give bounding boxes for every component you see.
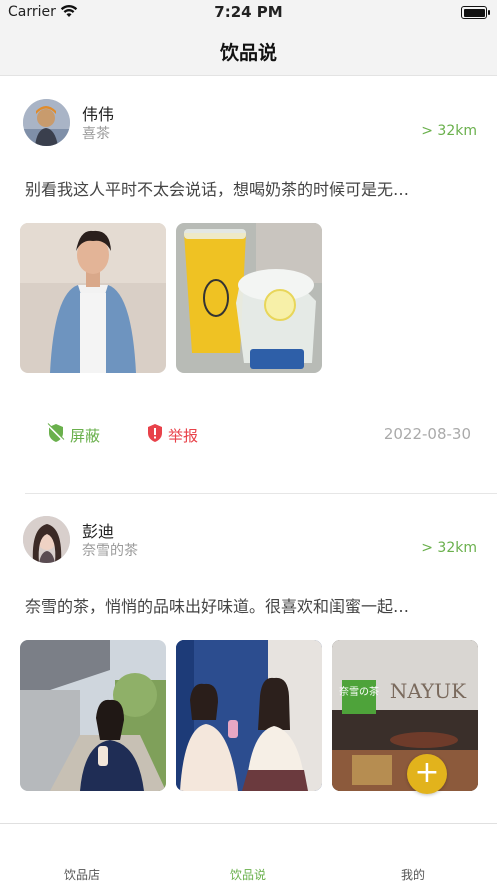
plus-icon: + — [414, 755, 440, 790]
sign-brand-cn: 奈雪の茶 — [339, 685, 379, 698]
post-photo[interactable] — [176, 223, 322, 373]
block-label: 屏蔽 — [70, 426, 101, 445]
post-photo[interactable]: 奈雪の茶 NAYUK — [332, 640, 478, 791]
battery-icon — [461, 6, 490, 19]
tab-me[interactable]: 我的 — [373, 866, 453, 883]
tab-shops[interactable]: 饮品店 — [42, 866, 122, 883]
report-button[interactable]: 举报 — [146, 423, 198, 447]
shop-name: 奈雪的茶 — [82, 543, 138, 559]
post-date: 2022-08-30 — [383, 425, 471, 443]
post-content[interactable]: 奈雪的茶，悄悄的品味出好味道。很喜欢和闺蜜一起… — [25, 593, 475, 617]
username: 伟伟 — [82, 105, 115, 124]
clock: 7:24 PM — [214, 3, 283, 21]
shield-slash-icon — [46, 423, 66, 447]
avatar[interactable] — [23, 516, 70, 563]
post-feed[interactable]: 伟伟 喜茶 > 32km 别看我这人平时不太会说话，想喝奶茶的时候可是无… 屏蔽… — [0, 77, 497, 822]
distance-label: > 32km — [421, 123, 477, 139]
tab-drink-talk[interactable]: 饮品说 — [208, 866, 288, 883]
post-photo[interactable] — [176, 640, 322, 791]
post-photo[interactable] — [20, 640, 166, 791]
nav-bar: 饮品说 — [0, 26, 497, 76]
add-post-button[interactable]: + — [407, 754, 447, 794]
post-card[interactable]: 伟伟 喜茶 > 32km 别看我这人平时不太会说话，想喝奶茶的时候可是无… 屏蔽… — [0, 77, 497, 493]
avatar[interactable] — [23, 99, 70, 146]
shield-alert-icon — [146, 423, 164, 447]
shop-name: 喜茶 — [82, 126, 110, 142]
username: 彭迪 — [82, 522, 115, 541]
tab-bar: 饮品店 饮品说 我的 — [0, 823, 497, 883]
distance-label: > 32km — [421, 540, 477, 556]
report-label: 举报 — [168, 426, 199, 445]
post-photo[interactable] — [20, 223, 166, 373]
status-bar: Carrier 7:24 PM — [0, 0, 497, 26]
page-title: 饮品说 — [219, 42, 277, 64]
block-button[interactable]: 屏蔽 — [46, 423, 100, 447]
post-content[interactable]: 别看我这人平时不太会说话，想喝奶茶的时候可是无… — [25, 176, 475, 200]
sign-brand-en: NAYUK — [390, 679, 467, 703]
